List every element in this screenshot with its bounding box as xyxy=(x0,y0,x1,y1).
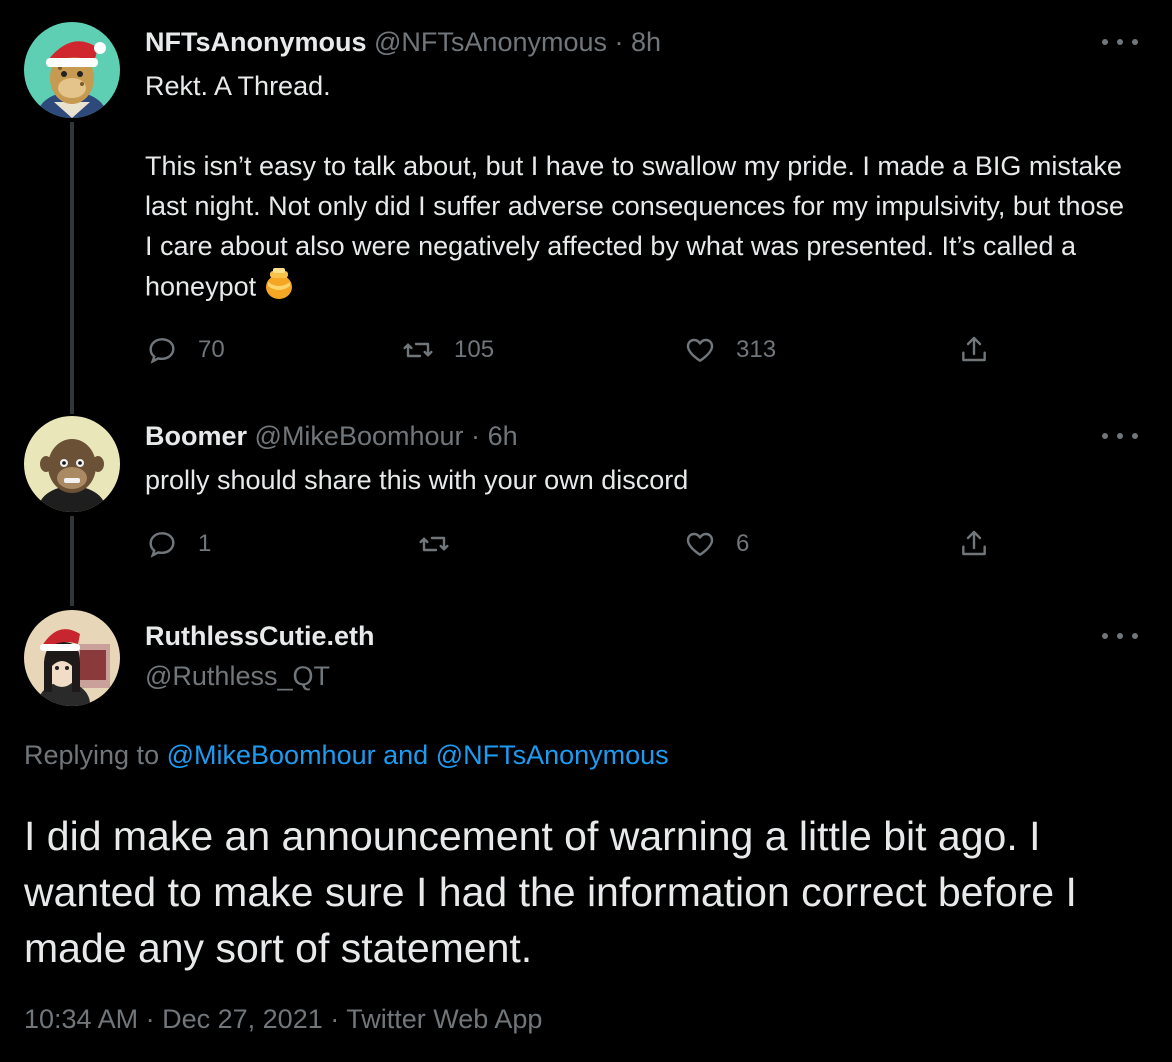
retweet-count: 105 xyxy=(454,336,495,363)
user-handle[interactable]: @MikeBoomhour xyxy=(255,421,464,451)
author-handle-line: @Ruthless_QT xyxy=(145,660,330,692)
retweet-button[interactable] xyxy=(418,528,470,560)
mention-link[interactable]: @NFTsAnonymous xyxy=(436,740,669,770)
tweet-header: Boomer @MikeBoomhour · 6h xyxy=(145,420,518,452)
reply-icon xyxy=(149,532,175,558)
reply-button[interactable]: 1 xyxy=(146,528,211,560)
more-options-icon[interactable] xyxy=(1102,34,1138,50)
more-options-icon[interactable] xyxy=(1102,628,1138,644)
tweet-paragraph: prolly should share this with your own d… xyxy=(145,465,689,495)
display-name[interactable]: Boomer xyxy=(145,421,247,451)
heart-icon xyxy=(686,338,714,362)
tweet-time[interactable]: 8h xyxy=(631,27,661,57)
tweet-source[interactable]: Twitter Web App xyxy=(346,1004,542,1034)
retweet-icon xyxy=(419,536,449,552)
replying-to: Replying to @MikeBoomhour and @NFTsAnony… xyxy=(24,740,669,771)
replying-and[interactable]: and xyxy=(383,740,428,770)
share-button[interactable] xyxy=(958,334,990,366)
tweet-metadata: 10:34 AM · Dec 27, 2021 · Twitter Web Ap… xyxy=(24,1004,542,1035)
user-handle[interactable]: @Ruthless_QT xyxy=(145,661,330,691)
share-icon xyxy=(962,530,986,556)
tweet-text: prolly should share this with your own d… xyxy=(145,460,1135,500)
mention-link[interactable]: @MikeBoomhour xyxy=(167,740,376,770)
bored-ape-hoodie-avatar[interactable] xyxy=(24,416,120,512)
honey-pot-emoji xyxy=(264,266,294,311)
separator-dot: · xyxy=(614,27,624,57)
display-name[interactable]: RuthlessCutie.eth xyxy=(145,621,375,651)
reply-count: 70 xyxy=(198,336,225,363)
separator-dot: · xyxy=(471,421,481,451)
tweet-paragraph: This isn’t easy to talk about, but I hav… xyxy=(145,146,1135,311)
display-name[interactable]: NFTsAnonymous xyxy=(145,27,367,57)
more-options-icon[interactable] xyxy=(1102,428,1138,444)
tweet-header: NFTsAnonymous @NFTsAnonymous · 8h xyxy=(145,26,661,58)
heart-icon xyxy=(686,532,714,556)
separator-dot: · xyxy=(145,1004,155,1034)
bored-ape-santa-hat-avatar[interactable] xyxy=(24,22,120,118)
tweet-text: Rekt. A Thread. This isn’t easy to talk … xyxy=(145,66,1135,311)
like-count: 6 xyxy=(736,530,750,557)
user-handle[interactable]: @NFTsAnonymous xyxy=(374,27,607,57)
tweet-paragraph: Rekt. A Thread. xyxy=(145,71,331,101)
retweet-button[interactable]: 105 xyxy=(402,334,494,366)
share-icon xyxy=(962,336,986,362)
author-name-line: RuthlessCutie.eth xyxy=(145,620,375,652)
like-button[interactable]: 6 xyxy=(684,528,749,560)
anime-girl-santa-hat-avatar[interactable] xyxy=(24,610,120,706)
like-count: 313 xyxy=(736,336,777,363)
tweet-date[interactable]: Dec 27, 2021 xyxy=(162,1004,323,1034)
reply-icon xyxy=(149,338,175,364)
retweet-icon xyxy=(403,342,433,358)
replying-prefix: Replying to xyxy=(24,740,160,770)
like-button[interactable]: 313 xyxy=(684,334,776,366)
tweet-thread: NFTsAnonymous @NFTsAnonymous · 8h Rekt. … xyxy=(0,0,1172,1062)
reply-button[interactable]: 70 xyxy=(146,334,225,366)
separator-dot: · xyxy=(330,1004,340,1034)
focused-tweet-text: I did make an announcement of warning a … xyxy=(24,813,1077,971)
tweet-timestamp[interactable]: 10:34 AM xyxy=(24,1004,138,1034)
share-button[interactable] xyxy=(958,528,990,560)
reply-count: 1 xyxy=(198,530,212,557)
thread-line xyxy=(70,516,74,606)
tweet-time[interactable]: 6h xyxy=(488,421,518,451)
thread-line xyxy=(70,122,74,414)
